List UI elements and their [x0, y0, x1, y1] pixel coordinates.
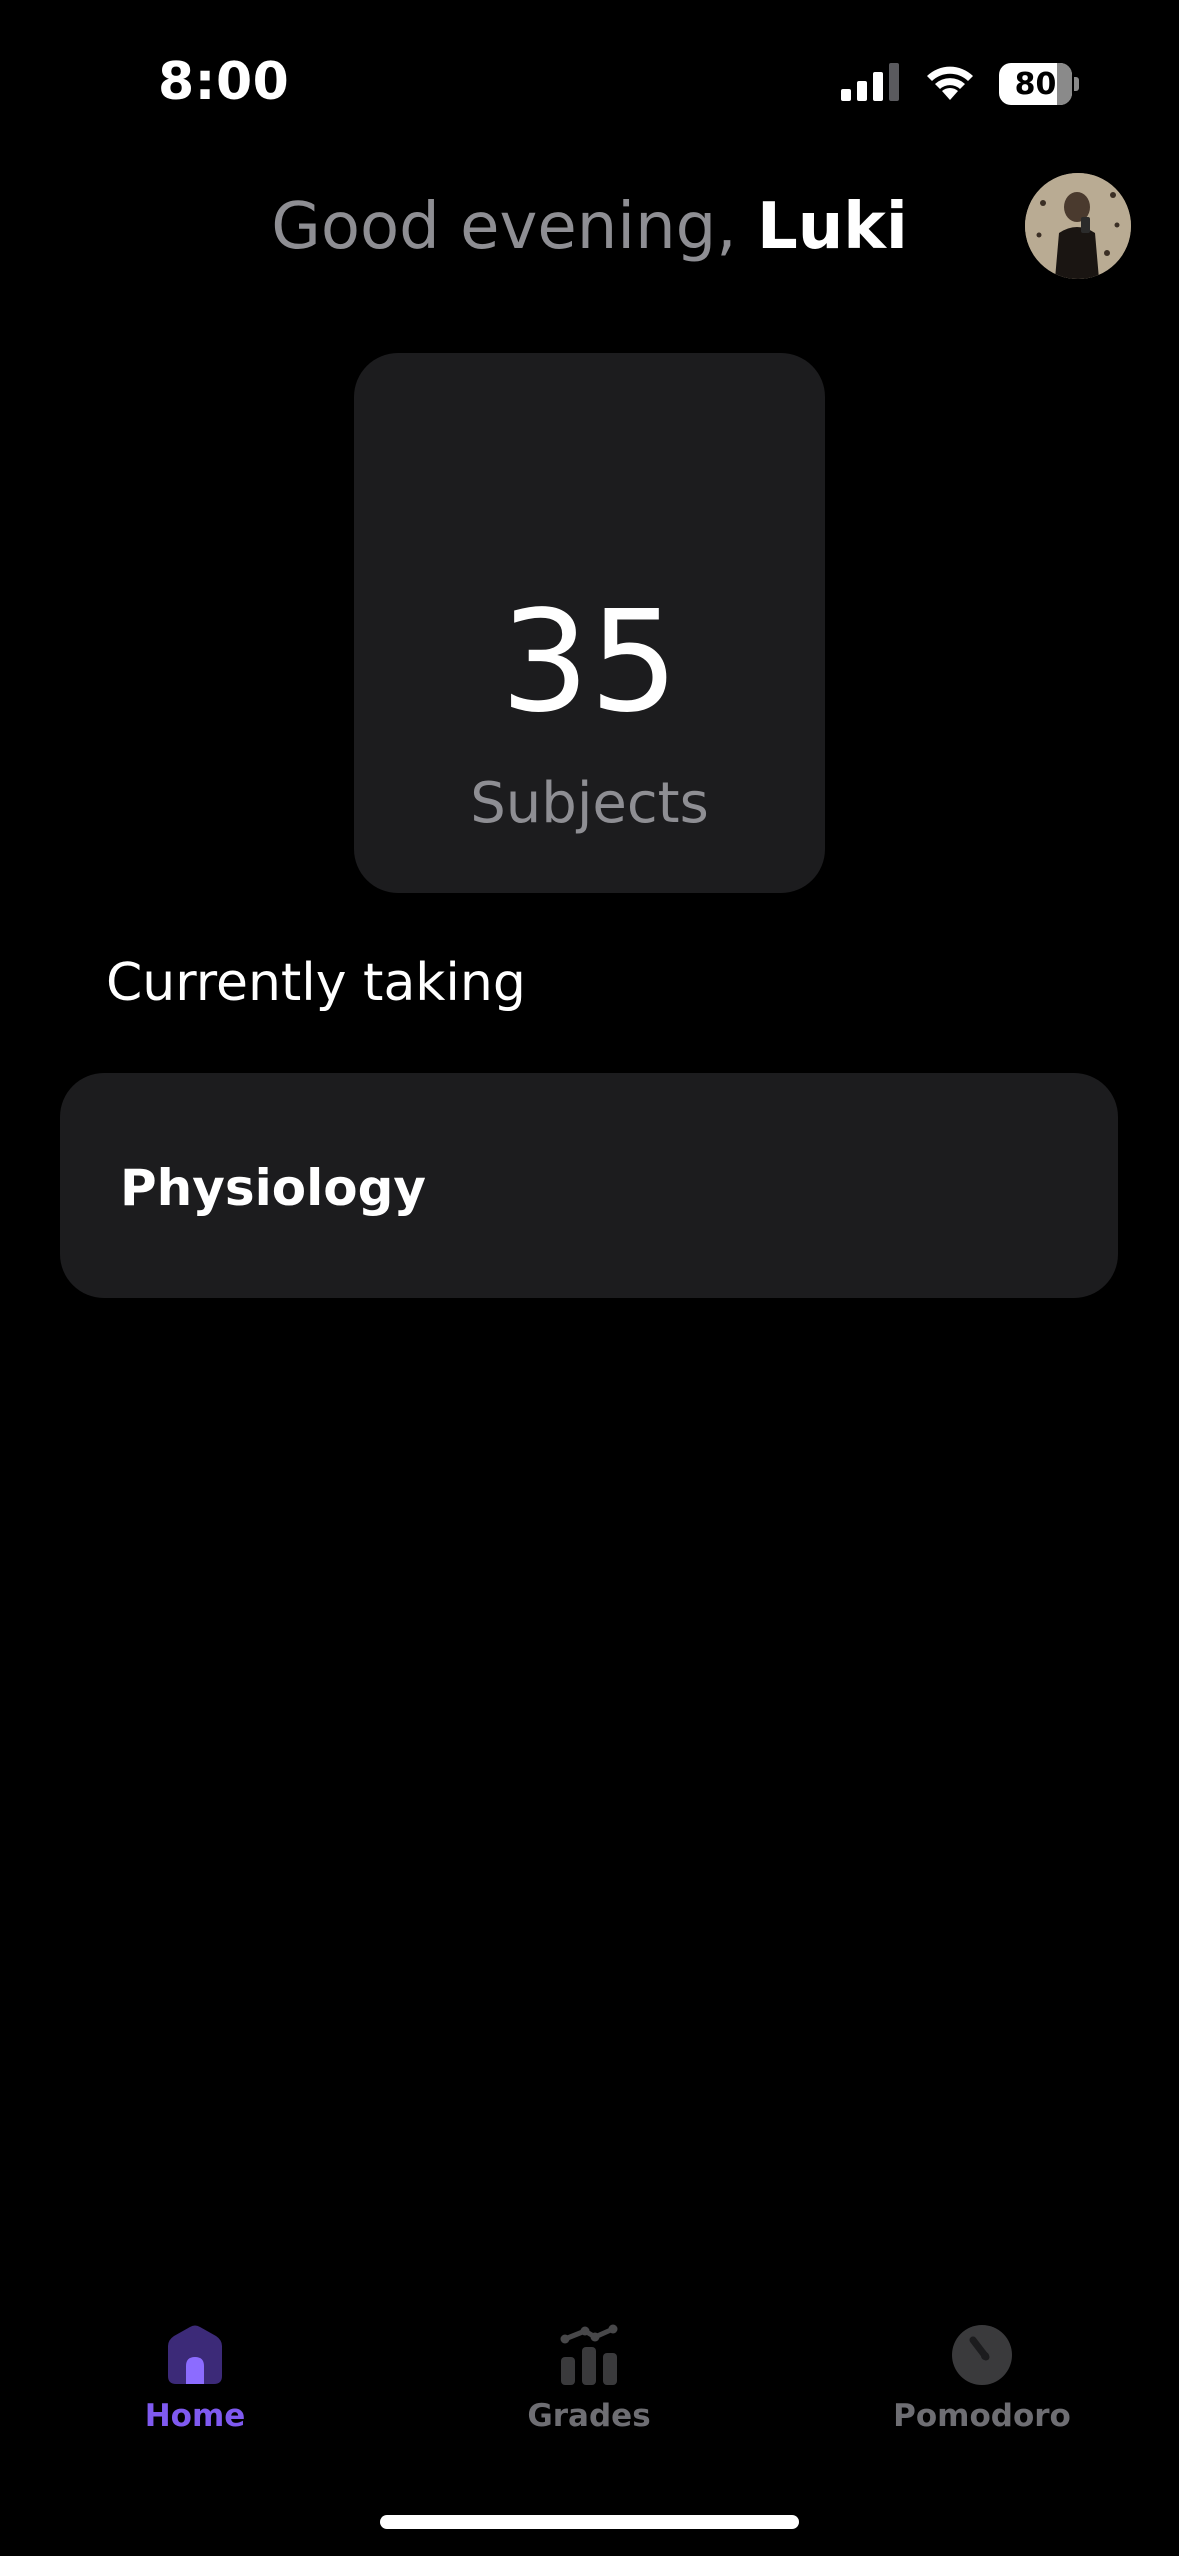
avatar[interactable]	[1025, 173, 1131, 279]
greeting-text: Good evening,	[271, 190, 737, 264]
current-subject-label: Physiology	[120, 1159, 426, 1217]
tab-home-label: Home	[144, 2398, 246, 2434]
battery-indicator: 80	[999, 62, 1079, 106]
current-subject-card[interactable]: Physiology	[60, 1073, 1118, 1298]
subjects-label: Subjects	[470, 771, 709, 836]
battery-level: 80	[1014, 66, 1057, 102]
tab-pomodoro-label: Pomodoro	[893, 2398, 1071, 2434]
status-time: 8:00	[158, 52, 290, 112]
tab-grades-label: Grades	[527, 2398, 651, 2434]
cellular-signal-icon	[841, 63, 901, 105]
wifi-icon	[923, 62, 977, 106]
tab-pomodoro[interactable]: Pomodoro	[832, 2320, 1132, 2434]
profile-photo-icon	[1025, 173, 1131, 279]
greeting-title: Good evening, Luki	[0, 190, 1179, 264]
home-icon	[160, 2320, 230, 2390]
timer-icon	[947, 2320, 1017, 2390]
home-indicator	[380, 2515, 799, 2529]
bar-chart-icon	[554, 2320, 624, 2390]
user-name: Luki	[756, 190, 908, 264]
section-title: Currently taking	[106, 953, 526, 1013]
subjects-count: 35	[500, 581, 679, 744]
subjects-count-card[interactable]: 35 Subjects	[354, 353, 825, 893]
tab-grades[interactable]: Grades	[439, 2320, 739, 2434]
tab-home[interactable]: Home	[45, 2320, 345, 2434]
status-icons: 80	[841, 62, 1079, 106]
